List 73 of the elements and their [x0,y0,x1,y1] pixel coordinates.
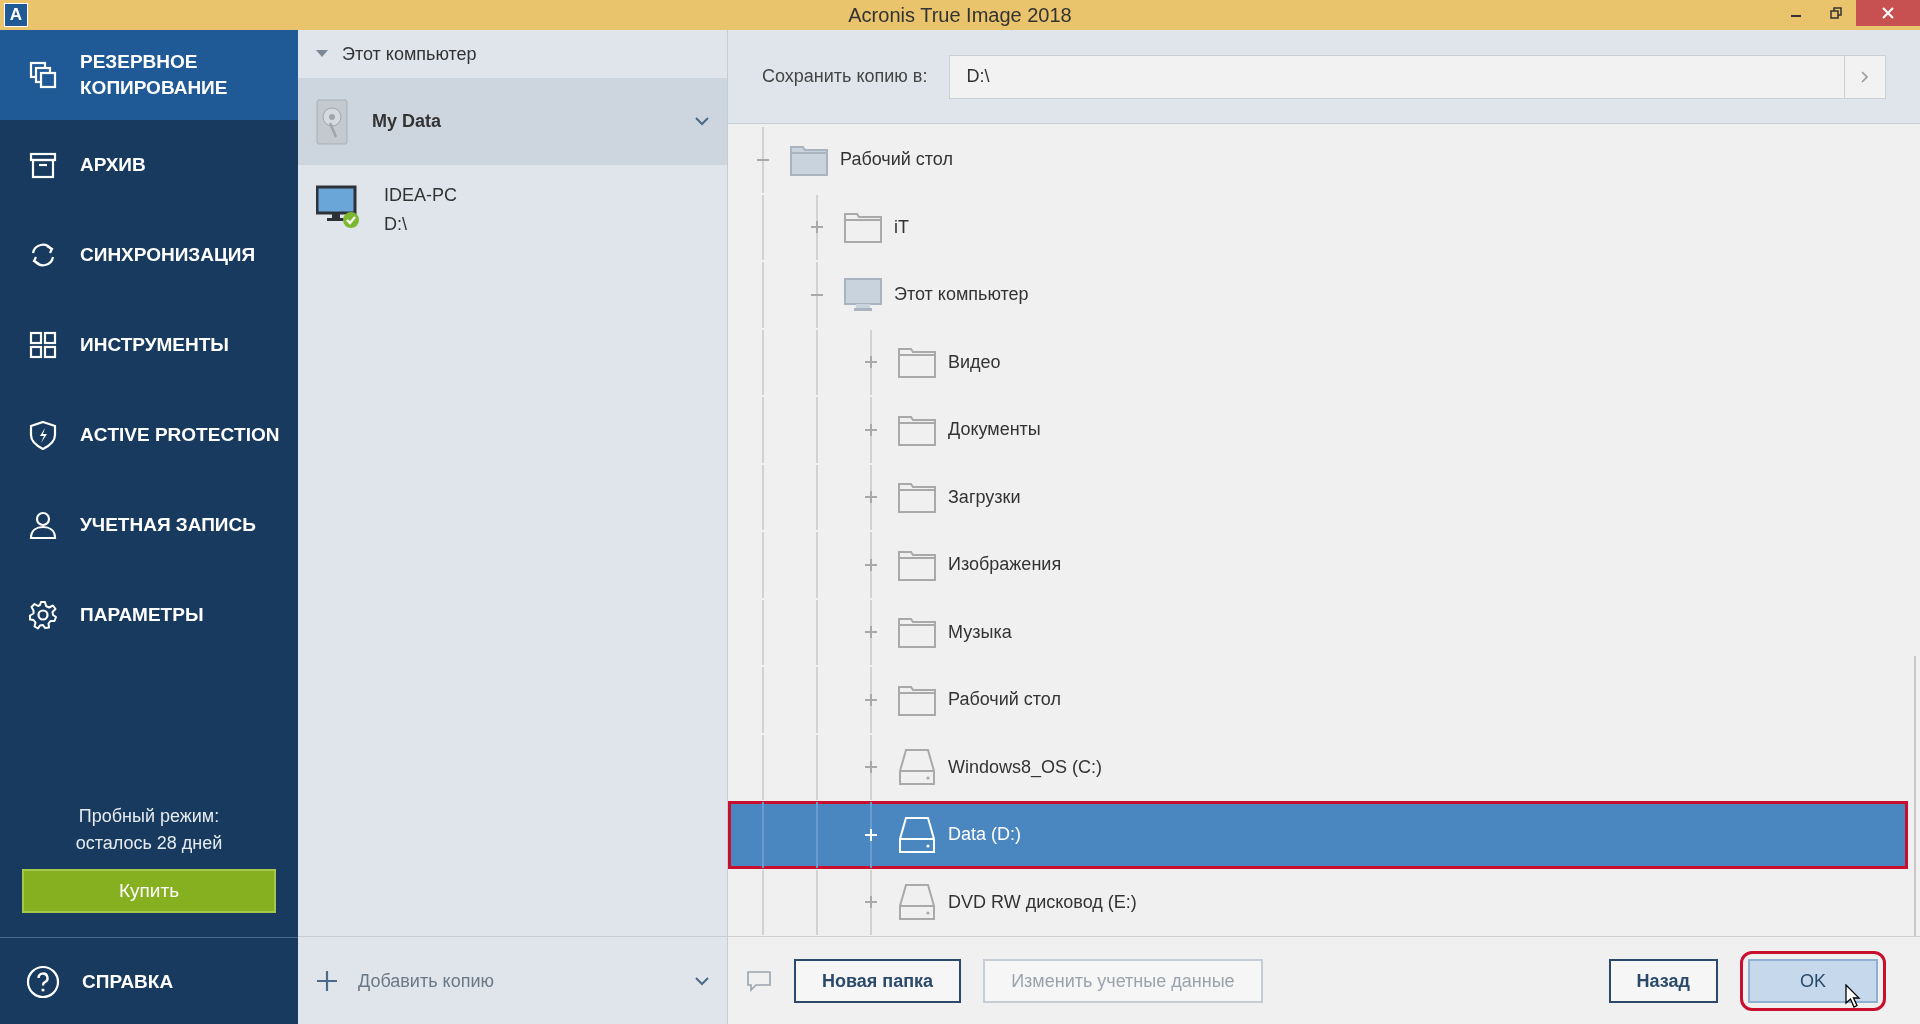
expand-icon[interactable] [865,828,877,841]
nav-item[interactable]: ПАРАМЕТРЫ [0,570,298,660]
tree-item[interactable]: Рабочий стол [728,666,1908,734]
tree-item[interactable]: iT [728,193,1908,261]
ok-button[interactable]: OK [1748,959,1878,1003]
backup-item[interactable]: My Data [298,78,727,165]
tree-item[interactable]: Windows8_OS (C:) [728,733,1908,801]
group-header[interactable]: Этот компьютер [298,30,727,78]
grid-icon [28,330,58,360]
chat-icon[interactable] [746,970,772,992]
monitor-check-icon [316,185,360,229]
field-label: Сохранить копию в: [762,66,928,87]
expand-icon[interactable] [811,221,823,234]
folder-icon [898,616,936,649]
nav-item[interactable]: ИНСТРУМЕНТЫ [0,300,298,390]
expand-icon[interactable] [865,558,877,571]
backup-item[interactable]: IDEA-PC D:\ [298,165,727,255]
expand-icon[interactable] [865,693,877,706]
nav-item[interactable]: РЕЗЕРВНОЕ КОПИРОВАНИЕ [0,30,298,120]
stacked-squares-icon [28,60,58,90]
dialog-button[interactable]: Новая папка [794,959,962,1003]
drive-icon [898,816,936,853]
restore-icon[interactable] [1830,7,1842,19]
settings-icon [28,600,58,630]
tree-item[interactable]: Рабочий стол [728,126,1908,194]
dialog-button[interactable]: Назад [1608,959,1718,1003]
add-backup-button[interactable]: Добавить копию [316,970,494,992]
expand-icon[interactable] [865,423,877,436]
tree-item[interactable]: DVD RW дисковод (E:) [728,868,1908,936]
app-logo: A [4,3,28,27]
browse-button[interactable] [1844,54,1886,99]
cursor-icon [1845,984,1861,1008]
expand-icon[interactable] [865,896,877,909]
drive-icon [898,749,936,786]
tree-item[interactable]: Видео [728,328,1908,396]
tree-item[interactable]: Музыка [728,598,1908,666]
path-field[interactable]: D:\ [949,54,1844,99]
tree-item[interactable]: Изображения [728,531,1908,599]
nav-item[interactable]: УЧЕТНАЯ ЗАПИСЬ [0,480,298,570]
help-icon [26,964,60,999]
shield-icon [28,420,58,450]
chevron-down-icon[interactable] [695,976,709,986]
expand-icon[interactable] [865,356,877,369]
expand-icon[interactable] [865,491,877,504]
expand-icon[interactable] [865,761,877,774]
chevron-down-icon[interactable] [695,117,709,126]
collapse-icon [316,50,328,58]
person-icon [28,510,58,540]
tree-item[interactable]: Загрузки [728,463,1908,531]
folder-icon [898,683,936,716]
monitor-icon [844,277,882,312]
drive-icon [898,884,936,921]
folder-icon [898,413,936,446]
folder-icon [898,548,936,581]
folder-icon [898,481,936,514]
folder-icon [844,211,882,244]
nav-item[interactable]: АРХИВ [0,120,298,210]
folder-icon [790,143,828,176]
expand-icon[interactable] [865,626,877,639]
box-icon [28,150,58,180]
chevron-right-icon [1861,70,1869,83]
tree-item[interactable]: Этот компьютер [728,261,1908,329]
nav-item[interactable]: СИНХРОНИЗАЦИЯ [0,210,298,300]
folder-icon [898,346,936,379]
window-title: Acronis True Image 2018 [848,3,1072,27]
scrollbar-thumb[interactable] [1914,656,1916,936]
nav-item[interactable]: ACTIVE PROTECTION [0,390,298,480]
close-button[interactable] [1856,0,1920,26]
plus-icon [316,970,338,992]
close-icon [1881,6,1895,20]
trial-notice: Пробный режим: осталось 28 дней [74,805,224,855]
tree-item[interactable]: Документы [728,396,1908,464]
tree-item[interactable]: Data (D:) [728,801,1908,869]
